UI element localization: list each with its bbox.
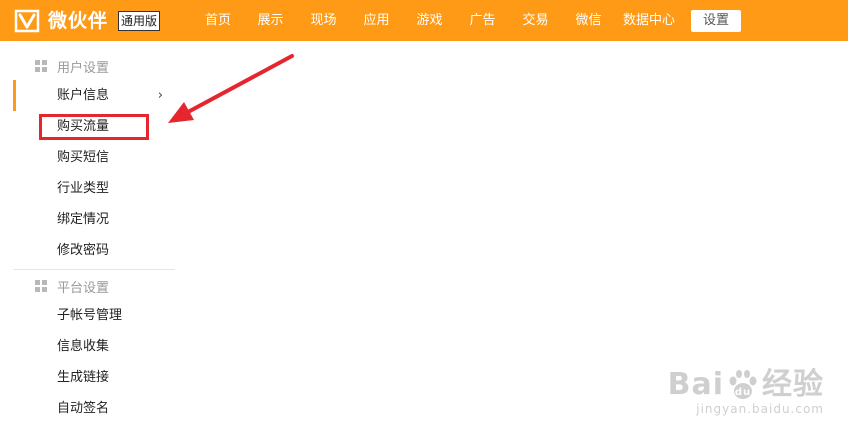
sidebar-item-generate-link[interactable]: 生成链接	[13, 362, 175, 393]
nav-apps[interactable]: 应用	[350, 0, 403, 41]
sidebar-item-label: 购买短信	[57, 150, 110, 165]
sidebar-item-sub-accounts[interactable]: 子帐号管理	[13, 300, 175, 331]
sidebar-item-label: 账户信息	[57, 88, 110, 103]
nav-display[interactable]: 展示	[244, 0, 297, 41]
logo[interactable]: 微伙伴 通用版	[14, 8, 161, 34]
grid-icon	[35, 280, 47, 292]
sidebar-item-label: 信息收集	[57, 339, 110, 354]
chevron-right-icon: ›	[157, 88, 163, 103]
sidebar-item-label: 绑定情况	[57, 212, 110, 227]
watermark: Bai du 经验 jingyan.baidu.com	[668, 369, 824, 417]
logo-text: 微伙伴	[48, 10, 109, 32]
sidebar-item-label: 行业类型	[57, 181, 110, 196]
divider	[13, 269, 175, 270]
sidebar-item-label: 生成链接	[57, 370, 110, 385]
sidebar-item-info-collection[interactable]: 信息收集	[13, 331, 175, 362]
group-title: 用户设置	[57, 60, 110, 76]
sidebar-item-auto-signature[interactable]: 自动签名	[13, 393, 175, 424]
watermark-url: jingyan.baidu.com	[696, 402, 824, 416]
group-header-user-settings: 用户设置	[13, 52, 175, 80]
sidebar-item-label: 购买流量	[57, 119, 110, 134]
watermark-logo-left: Bai	[667, 367, 724, 402]
svg-text:du: du	[735, 387, 751, 398]
sidebar-item-binding-status[interactable]: 绑定情况	[13, 204, 175, 235]
page: 微伙伴 通用版 首页 展示 现场 应用 游戏 广告 交易 微信 数据中心 设置 …	[0, 0, 848, 427]
sidebar-item-industry-type[interactable]: 行业类型	[13, 173, 175, 204]
nav-settings[interactable]: 设置	[691, 9, 742, 32]
watermark-logo: Bai du 经验	[668, 369, 824, 401]
nav-wechat[interactable]: 微信	[562, 0, 615, 41]
nav-data-center[interactable]: 数据中心	[615, 0, 683, 41]
nav-ads[interactable]: 广告	[456, 0, 509, 41]
main-nav: 首页 展示 现场 应用 游戏 广告 交易 微信 数据中心 设置	[192, 0, 742, 41]
grid-icon	[35, 60, 47, 72]
group-header-platform-settings: 平台设置	[13, 272, 175, 300]
sidebar-item-buy-traffic[interactable]: 购买流量	[13, 111, 175, 142]
sidebar-item-label: 自动签名	[57, 401, 110, 416]
logo-v-icon	[14, 9, 40, 33]
sidebar-item-change-password[interactable]: 修改密码	[13, 235, 175, 266]
paw-icon: du	[729, 370, 757, 399]
group-title: 平台设置	[57, 280, 110, 296]
nav-trade[interactable]: 交易	[509, 0, 562, 41]
watermark-logo-right: 经验	[762, 367, 824, 402]
sidebar-item-label: 修改密码	[57, 243, 110, 258]
nav-home[interactable]: 首页	[192, 0, 244, 41]
edition-badge: 通用版	[118, 11, 161, 31]
sidebar-item-label: 子帐号管理	[57, 308, 123, 323]
nav-onsite[interactable]: 现场	[297, 0, 350, 41]
sidebar-item-account-info[interactable]: 账户信息 ›	[13, 80, 175, 111]
sidebar: 用户设置 账户信息 › 购买流量 购买短信 行业类型 绑定情况 修改密码 平台设…	[13, 52, 175, 424]
top-bar: 微伙伴 通用版 首页 展示 现场 应用 游戏 广告 交易 微信 数据中心 设置	[0, 0, 848, 41]
nav-games[interactable]: 游戏	[403, 0, 456, 41]
sidebar-item-buy-sms[interactable]: 购买短信	[13, 142, 175, 173]
